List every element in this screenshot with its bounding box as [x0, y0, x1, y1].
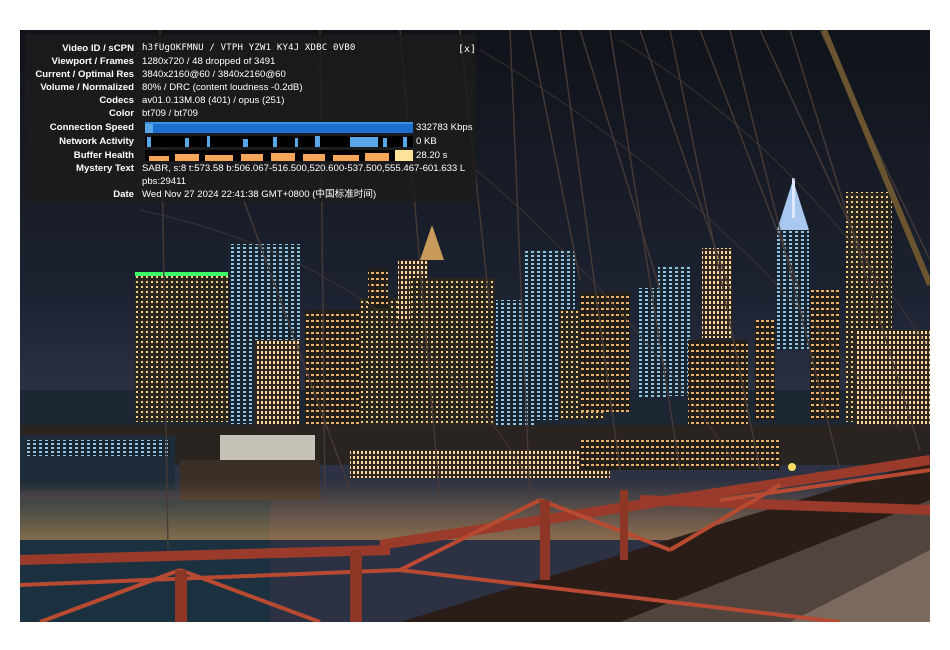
buffer-health-graph	[145, 150, 413, 161]
stat-label: Codecs	[99, 95, 134, 106]
stat-value: Wed Nov 27 2024 22:41:38 GMT+0800 (中国标准时…	[142, 189, 377, 200]
stat-value: bt709 / bt709	[142, 108, 199, 119]
stat-label: Volume / Normalized	[40, 82, 134, 93]
stat-value: av01.0.13M.08 (401) / opus (251)	[142, 95, 285, 106]
stat-value: h3fUgOKFMNU / VTPH YZW1 KY4J XDBC 0VB0	[142, 43, 356, 53]
stat-label: Viewport / Frames	[51, 56, 134, 67]
stat-value: SABR, s:8 t:573.58 b:506.067-516.500,520…	[142, 163, 465, 187]
stat-value: 80% / DRC (content loudness -0.2dB)	[142, 82, 303, 93]
stat-label: Video ID / sCPN	[62, 43, 134, 54]
stat-label: Current / Optimal Res	[35, 69, 134, 80]
close-button[interactable]: [x]	[458, 44, 476, 56]
stat-value: 28.20 s	[416, 150, 448, 161]
stat-value: 332783 Kbps	[416, 122, 473, 133]
stats-for-nerds-panel: [x] Video ID / sCPN h3fUgOKFMNU / VTPH Y…	[25, 34, 476, 202]
stat-label: Connection Speed	[49, 122, 134, 133]
stat-label: Buffer Health	[73, 150, 134, 161]
network-activity-graph	[145, 136, 413, 147]
stat-value: 1280x720 / 48 dropped of 3491	[142, 56, 276, 67]
stat-value: 0 KB	[416, 136, 437, 147]
connection-speed-graph	[145, 122, 413, 133]
stat-label: Mystery Text	[76, 163, 134, 174]
stat-label: Color	[108, 108, 134, 119]
video-player[interactable]: [x] Video ID / sCPN h3fUgOKFMNU / VTPH Y…	[20, 30, 930, 622]
stat-label: Network Activity	[59, 136, 134, 147]
stat-label: Date	[113, 189, 134, 200]
stat-value: 3840x2160@60 / 3840x2160@60	[142, 69, 286, 80]
